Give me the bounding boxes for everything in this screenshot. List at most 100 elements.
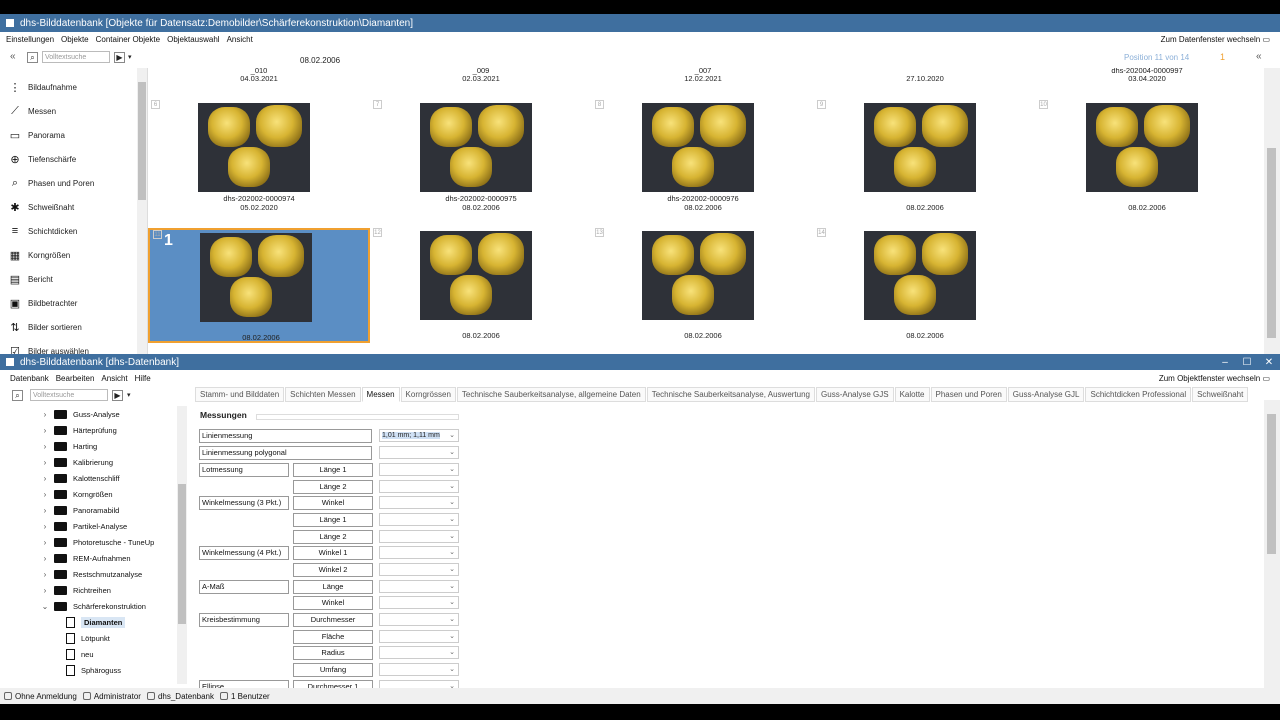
value-select[interactable]: ⌄	[379, 530, 459, 543]
sub-measure-button[interactable]: Fläche	[293, 630, 373, 644]
thumbnail-cell[interactable]: 6 dhs-202002-0000974 05.02.2020	[148, 100, 370, 215]
tree-item[interactable]: Diamanten	[62, 614, 126, 630]
tree-item[interactable]: › Härteprüfung	[40, 422, 117, 438]
tree-item[interactable]: › Kalibrierung	[40, 454, 113, 470]
menu-objekte[interactable]: Objekte	[61, 35, 89, 44]
tab[interactable]: Schichtdicken Professional	[1085, 387, 1192, 402]
tab[interactable]: Schweißnaht	[1192, 387, 1249, 402]
chevron-down-icon[interactable]: ⌄	[449, 581, 455, 592]
chevron-right-icon[interactable]: ›	[40, 522, 50, 531]
chevron-down-icon[interactable]: ⌄	[449, 564, 455, 575]
collapse-left-icon[interactable]: «	[10, 51, 16, 62]
form-scroll-thumb[interactable]	[1267, 414, 1276, 554]
thumbnail-cell[interactable]: 10 08.02.2006	[1036, 100, 1258, 215]
chevron-down-icon[interactable]: ⌄	[449, 614, 455, 625]
chevron-down-icon[interactable]: ⌄	[449, 464, 455, 475]
switch-to-object-window[interactable]: Zum Objektfenster wechseln ▭	[1159, 374, 1270, 383]
sidebar-item[interactable]: ⋮ Bildaufnahme	[0, 75, 136, 99]
tree-scroll-thumb[interactable]	[178, 484, 186, 624]
search-input[interactable]: Volltextsuche	[42, 51, 110, 63]
tree-item[interactable]: › Korngrößen	[40, 486, 113, 502]
tab[interactable]: Technische Sauberkeitsanalyse, Auswertun…	[646, 387, 816, 402]
tree-item[interactable]: › Restschmutzanalyse	[40, 566, 142, 582]
tab[interactable]: Korngrössen	[400, 387, 456, 402]
sidebar-item[interactable]: ⟋ Messen	[0, 99, 136, 123]
tree-item[interactable]: › Richtreihen	[40, 582, 111, 598]
sidebar-item[interactable]: ▭ Panorama	[0, 123, 136, 147]
menu-objektauswahl[interactable]: Objektauswahl	[167, 35, 219, 44]
chevron-right-icon[interactable]: ›	[40, 586, 50, 595]
chevron-down-icon[interactable]: ⌄	[449, 664, 455, 675]
menu-container-objekte[interactable]: Container Objekte	[96, 35, 160, 44]
tab[interactable]: Schichten Messen	[285, 387, 361, 402]
sidebar-item[interactable]: ✱ Schweißnaht	[0, 195, 136, 219]
chevron-right-icon[interactable]: ›	[40, 570, 50, 579]
chevron-right-icon[interactable]: ›	[40, 490, 50, 499]
chevron-right-icon[interactable]: ›	[40, 410, 50, 419]
value-select[interactable]: ⌄	[379, 613, 459, 626]
chevron-down-icon[interactable]: ⌄	[449, 447, 455, 458]
sub-measure-button[interactable]: Länge 2	[293, 530, 373, 544]
chevron-down-icon[interactable]: ⌄	[40, 602, 50, 611]
value-select[interactable]: ⌄	[379, 563, 459, 576]
value-select[interactable]: ⌄	[379, 496, 459, 509]
sub-measure-button[interactable]: Winkel 2	[293, 563, 373, 577]
value-select[interactable]: ⌄	[379, 446, 459, 459]
sidebar-item[interactable]: ☑ Bilder auswählen	[0, 339, 136, 355]
value-select[interactable]: ⌄	[379, 596, 459, 609]
chevron-down-icon[interactable]: ⌄	[449, 531, 455, 542]
sidebar-item[interactable]: ▦ Korngrößen	[0, 243, 136, 267]
chevron-right-icon[interactable]: ›	[40, 554, 50, 563]
search-icon[interactable]: ⌕	[27, 52, 38, 63]
chevron-right-icon[interactable]: ›	[40, 426, 50, 435]
tab[interactable]: Kalotte	[894, 387, 930, 402]
dropdown-arrow-icon[interactable]: ▾	[128, 53, 132, 61]
thumbnail-cell[interactable]: 8 dhs-202002-0000976 08.02.2006	[592, 100, 814, 215]
tab[interactable]: Guss-Analyse GJS	[816, 387, 894, 402]
tree-item[interactable]: › Harting	[40, 438, 97, 454]
grid-scrollbar[interactable]	[1264, 68, 1280, 354]
tab[interactable]: Guss-Analyse GJL	[1007, 387, 1085, 402]
collapse-right-icon[interactable]: «	[1256, 51, 1262, 62]
tree-item[interactable]: › Panoramabild	[40, 502, 119, 518]
sub-measure-button[interactable]: Länge 2	[293, 480, 373, 494]
menu-bearbeiten[interactable]: Bearbeiten	[56, 374, 95, 383]
thumbnail-cell[interactable]: 13 08.02.2006	[592, 228, 814, 343]
chevron-down-icon[interactable]: ⌄	[449, 514, 455, 525]
switch-to-data-window[interactable]: Zum Datenfenster wechseln ▭	[1161, 35, 1270, 44]
sub-measure-button[interactable]: Radius	[293, 646, 373, 660]
chevron-down-icon[interactable]: ⌄	[449, 497, 455, 508]
chevron-right-icon[interactable]: ›	[40, 538, 50, 547]
sidebar-item[interactable]: ⊕ Tiefenschärfe	[0, 147, 136, 171]
tree-item[interactable]: › Guss-Analyse	[40, 406, 120, 422]
value-select[interactable]: ⌄	[379, 463, 459, 476]
sidebar-item[interactable]: ≡ Schichtdicken	[0, 219, 136, 243]
search-input-2[interactable]: Volltextsuche	[30, 389, 108, 401]
tab[interactable]: Stamm- und Bilddaten	[195, 387, 285, 402]
sidebar-item[interactable]: ▤ Bericht	[0, 267, 136, 291]
chevron-down-icon[interactable]: ⌄	[449, 631, 455, 642]
sub-measure-button[interactable]: Winkel	[293, 596, 373, 610]
thumbnail-cell[interactable]: 11 1 08.02.2006	[148, 228, 370, 343]
tree-item[interactable]: Lötpunkt	[62, 630, 110, 646]
sub-measure-button[interactable]: Winkel 1	[293, 546, 373, 560]
thumbnail-cell[interactable]: 7 dhs-202002-0000975 08.02.2006	[370, 100, 592, 215]
thumbnail-cell[interactable]: 9 08.02.2006	[814, 100, 1036, 215]
chevron-down-icon[interactable]: ⌄	[449, 430, 455, 441]
tab[interactable]: Messen	[361, 387, 400, 402]
sidebar-scroll-thumb[interactable]	[138, 82, 146, 200]
chevron-down-icon[interactable]: ⌄	[449, 481, 455, 492]
sub-measure-button[interactable]: Durchmesser	[293, 613, 373, 627]
tree-item[interactable]: › Partikel-Analyse	[40, 518, 127, 534]
menu-ansicht-2[interactable]: Ansicht	[101, 374, 127, 383]
play-icon-2[interactable]: ▶	[112, 390, 123, 401]
grid-scroll-thumb[interactable]	[1267, 148, 1276, 338]
tree-item[interactable]: neu	[62, 646, 94, 662]
thumbnail-cell[interactable]: 12 08.02.2006	[370, 228, 592, 343]
tree-scrollbar[interactable]	[177, 406, 187, 684]
value-select[interactable]: ⌄	[379, 663, 459, 676]
linienmessung-select[interactable]: 1,01 mm; 1,11 mm ⌄	[379, 429, 459, 442]
play-icon[interactable]: ▶	[114, 52, 125, 63]
chevron-right-icon[interactable]: ›	[40, 442, 50, 451]
sub-measure-button[interactable]: Länge 1	[293, 463, 373, 477]
